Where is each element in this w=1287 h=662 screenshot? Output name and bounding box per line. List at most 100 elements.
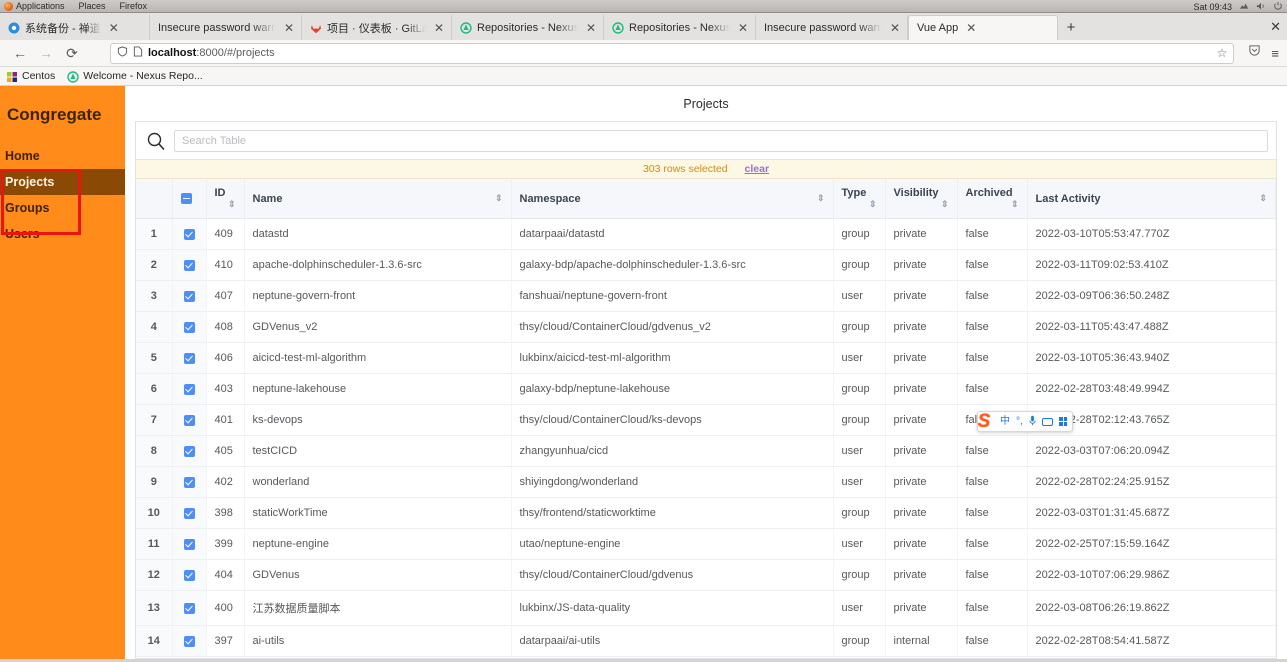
column-type-sort-icon[interactable]: ⇕	[869, 199, 877, 210]
table-row[interactable]: 1 409 datastd datarpaai/datastd group private…	[136, 218, 1276, 250]
page-info-icon[interactable]	[133, 46, 143, 60]
column-type[interactable]: Type ⇕	[833, 179, 886, 219]
column-namespace[interactable]: Namespace ⇕	[511, 179, 834, 219]
browser-tab-4-close-icon[interactable]: ✕	[583, 22, 599, 34]
column-id-sort-icon[interactable]: ⇕	[228, 199, 236, 210]
volume-icon[interactable]	[1256, 2, 1266, 11]
row-select-cell[interactable]	[172, 466, 207, 498]
forward-button[interactable]: →	[34, 42, 58, 64]
sidebar-item-projects[interactable]: Projects	[0, 169, 125, 195]
table-row[interactable]: 8 405 testCICD zhangyunhua/cicd user private f…	[136, 435, 1276, 467]
table-row[interactable]: 2 410 apache-dolphinscheduler-1.3.6-src gal…	[136, 249, 1276, 281]
row-checkbox[interactable]	[183, 476, 195, 488]
column-visibility[interactable]: Visibility ⇕	[885, 179, 958, 219]
row-select-cell[interactable]	[172, 311, 207, 343]
row-checkbox[interactable]	[183, 445, 195, 457]
browser-tab-3[interactable]: 项目 · 仪表板 · GitLab ✕	[302, 15, 452, 40]
row-checkbox[interactable]	[183, 602, 195, 614]
browser-tab-1-close-icon[interactable]: ✕	[106, 22, 122, 34]
bookmark-centos[interactable]: Centos	[6, 70, 55, 82]
row-checkbox[interactable]	[183, 228, 195, 240]
table-row[interactable]: 5 406 aicicd-test-ml-algorithm lukbinx/aici…	[136, 342, 1276, 374]
table-row[interactable]: 7 401 ks-devops thsy/cloud/ContainerCloud/k…	[136, 404, 1276, 436]
row-checkbox[interactable]	[183, 414, 195, 426]
row-select-cell[interactable]	[172, 342, 207, 374]
table-row[interactable]: 3 407 neptune-govern-front fanshuai/neptune…	[136, 280, 1276, 312]
sogou-logo-icon[interactable]: S	[972, 410, 996, 434]
row-select-cell[interactable]	[172, 625, 207, 657]
menu-firefox[interactable]: Firefox	[120, 1, 148, 11]
browser-tab-6[interactable]: Insecure password warning in ✕	[756, 15, 908, 40]
table-row[interactable]: 4 408 GDVenus_v2 thsy/cloud/ContainerCloud/…	[136, 311, 1276, 343]
row-select-cell[interactable]	[172, 590, 207, 626]
row-select-cell[interactable]	[172, 559, 207, 591]
browser-tab-5[interactable]: Repositories - Nexus Repo ✕	[604, 15, 756, 40]
sidebar-item-home[interactable]: Home	[0, 143, 125, 169]
row-select-cell[interactable]	[172, 280, 207, 312]
browser-tab-6-close-icon[interactable]: ✕	[887, 22, 903, 34]
reload-button[interactable]: ⟳	[60, 42, 84, 64]
row-select-cell[interactable]	[172, 404, 207, 436]
column-last-activity[interactable]: Last Activity ⇕	[1027, 179, 1276, 219]
table-row[interactable]: 10 398 staticWorkTime thsy/frontend/staticw…	[136, 497, 1276, 529]
address-bar[interactable]: localhost:8000/#/projects ☆	[110, 42, 1235, 64]
column-visibility-sort-icon[interactable]: ⇕	[941, 199, 949, 210]
table-scroll-area[interactable]: ID ⇕ Name ⇕ Namespace ⇕ Type ⇕ Visibilit…	[136, 179, 1276, 658]
row-select-cell[interactable]	[172, 497, 207, 529]
hamburger-menu-icon[interactable]: ≡	[1271, 46, 1279, 61]
ime-apps-grid-icon[interactable]	[1058, 417, 1067, 426]
row-checkbox[interactable]	[183, 635, 195, 647]
browser-tab-1[interactable]: 系统备份 - 禅道 ✕	[0, 15, 150, 40]
shield-tracking-icon[interactable]	[117, 46, 128, 60]
browser-tab-2-close-icon[interactable]: ✕	[281, 22, 297, 34]
column-archived-sort-icon[interactable]: ⇕	[1011, 199, 1019, 210]
search-input[interactable]	[174, 130, 1268, 152]
row-select-cell[interactable]	[172, 249, 207, 281]
browser-tab-5-close-icon[interactable]: ✕	[735, 22, 751, 34]
row-select-cell[interactable]	[172, 435, 207, 467]
browser-tab-4[interactable]: Repositories - Nexus Repo ✕	[452, 15, 604, 40]
menu-places[interactable]: Places	[79, 1, 106, 11]
browser-tab-7-active[interactable]: Vue App ✕	[908, 15, 1058, 40]
select-all-checkbox[interactable]	[180, 193, 192, 205]
sidebar-item-groups[interactable]: Groups	[0, 195, 125, 221]
sidebar-item-users[interactable]: Users	[0, 221, 125, 247]
row-checkbox[interactable]	[183, 290, 195, 302]
browser-tab-3-close-icon[interactable]: ✕	[431, 22, 447, 34]
row-select-cell[interactable]	[172, 218, 207, 250]
clear-selection-link[interactable]: clear	[745, 163, 770, 175]
power-icon[interactable]	[1273, 2, 1283, 11]
column-name[interactable]: Name ⇕	[244, 179, 512, 219]
row-checkbox[interactable]	[183, 538, 195, 550]
table-row[interactable]: 9 402 wonderland shiyingdong/wonderland user…	[136, 466, 1276, 498]
window-close-button[interactable]: ✕	[1270, 19, 1281, 35]
ime-microphone-icon[interactable]	[1029, 415, 1036, 429]
row-checkbox[interactable]	[183, 352, 195, 364]
column-id[interactable]: ID ⇕	[206, 179, 245, 219]
browser-tab-2[interactable]: Insecure password warning in ✕	[150, 15, 302, 40]
column-last-activity-sort-icon[interactable]: ⇕	[1259, 193, 1267, 204]
back-button[interactable]: ←	[8, 42, 32, 64]
row-checkbox[interactable]	[183, 321, 195, 333]
table-row[interactable]: 12 404 GDVenus thsy/cloud/ContainerCloud/gd…	[136, 559, 1276, 591]
bookmark-nexus[interactable]: Welcome - Nexus Repo...	[67, 70, 203, 83]
ime-keyboard-icon[interactable]	[1041, 417, 1053, 426]
pocket-account-icon[interactable]	[1248, 44, 1261, 62]
ime-punctuation-icon[interactable]: °,	[1016, 416, 1023, 427]
row-checkbox[interactable]	[183, 507, 195, 519]
table-row[interactable]: 13 400 江苏数据质量脚本 lukbinx/JS-data-quality user…	[136, 590, 1276, 626]
menu-applications[interactable]: Applications	[4, 1, 65, 11]
sogou-ime-toolbar[interactable]: S 中 °,	[977, 411, 1073, 432]
column-namespace-sort-icon[interactable]: ⇕	[817, 193, 825, 204]
browser-tab-7-close-icon[interactable]: ✕	[963, 22, 979, 34]
column-archived[interactable]: Archived ⇕	[957, 179, 1028, 219]
table-row[interactable]: 14 397 ai-utils datarpaai/ai-utils group inte…	[136, 625, 1276, 657]
table-row[interactable]: 6 403 neptune-lakehouse galaxy-bdp/neptune-…	[136, 373, 1276, 405]
network-icon[interactable]	[1239, 2, 1249, 11]
row-checkbox[interactable]	[183, 383, 195, 395]
row-select-cell[interactable]	[172, 528, 207, 560]
row-select-cell[interactable]	[172, 373, 207, 405]
row-checkbox[interactable]	[183, 259, 195, 271]
column-select-all[interactable]	[172, 179, 207, 219]
ime-chinese-mode-icon[interactable]: 中	[1000, 416, 1010, 427]
